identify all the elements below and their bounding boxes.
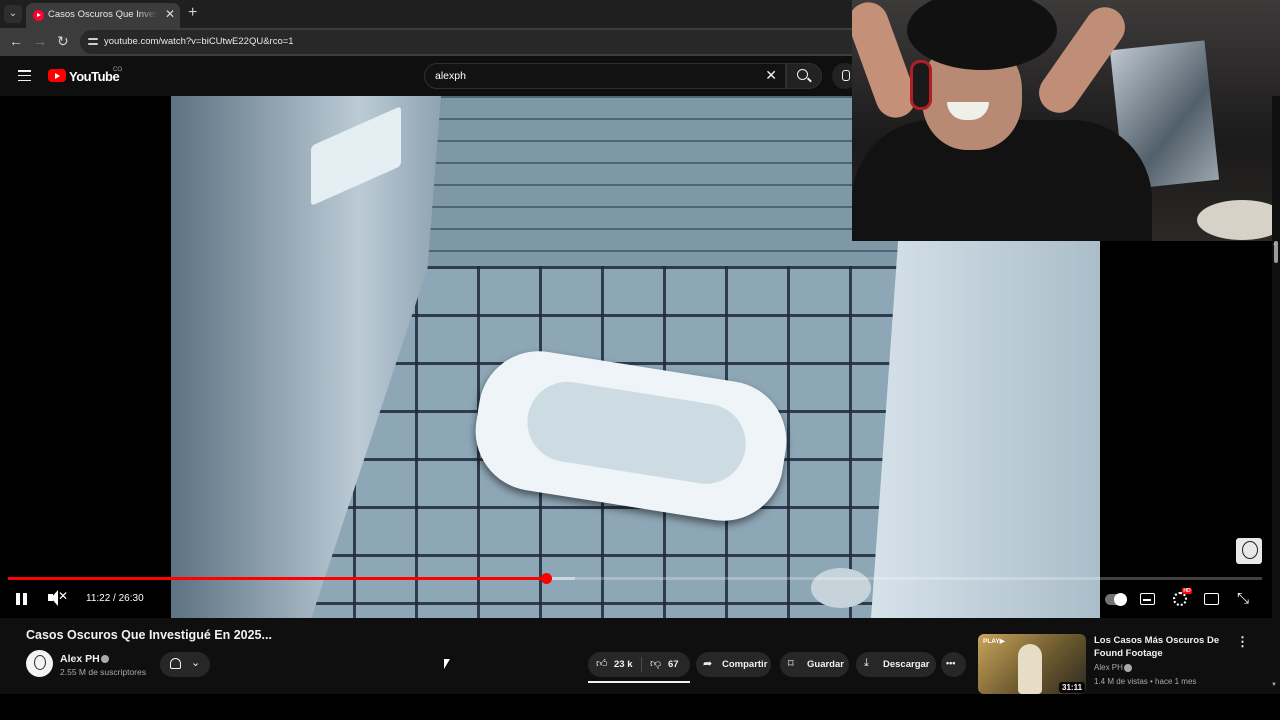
url-text[interactable]: youtube.com/watch?v=biCUtwE22QU&rco=1 [104,36,294,47]
like-icon[interactable]: 👍︎ [596,657,608,670]
subscribed-notifications-button[interactable]: ⌄ [160,652,210,677]
country-code: CO [113,67,122,73]
youtube-logo-icon[interactable] [48,69,66,82]
recommended-video-meta: 1.4 M de vistas • hace 1 mes [1094,677,1197,686]
muted-x-icon: ✕ [58,589,69,603]
back-icon[interactable]: ← [9,33,23,49]
search-button[interactable] [786,63,822,89]
share-icon: ➦ [703,658,713,670]
channel-avatar[interactable] [26,650,53,677]
scroll-down-icon[interactable]: ▼ [1271,682,1277,688]
mouse-cursor-icon [444,659,450,669]
video-stall-door [871,236,1100,618]
youtube-favicon-icon [33,10,44,21]
autoplay-icon[interactable] [1105,593,1127,606]
bookmark-icon: ⌑ [788,658,794,670]
recommended-video-duration: 31:11 [1059,682,1086,693]
save-button[interactable]: ⌑ Guardar [780,652,849,677]
tab-title: Casos Oscuros Que Investigué En 2025 - Y… [48,9,158,20]
youtube-wordmark[interactable]: YouTube [69,69,120,84]
headset-icon [910,60,932,110]
like-dislike-group: 👍︎ 23 k 👎︎ 67 [588,652,690,677]
play-badge: PLAY▶ [983,638,1005,645]
download-icon: ⤓ [864,657,869,669]
more-vert-icon[interactable]: ⋮ [1236,634,1249,650]
bell-icon [170,658,181,669]
progress-scrubber[interactable] [541,573,553,584]
webcam-overlay [852,0,1280,241]
browser-tab[interactable]: Casos Oscuros Que Investigué En 2025 - Y… [26,3,180,28]
progress-bar[interactable] [8,573,1262,584]
hd-badge: HD [1182,588,1192,594]
verified-icon [1124,664,1132,672]
miniplayer-icon[interactable] [1204,593,1219,605]
webcam-person [852,0,1152,241]
download-button[interactable]: ⤓ Descargar [856,652,936,677]
video-drain [811,568,871,608]
pause-icon[interactable] [15,592,29,606]
webcam-smile [947,102,989,120]
video-title: Casos Oscuros Que Investigué En 2025... [26,628,272,642]
channel-watermark-icon[interactable] [1236,538,1262,564]
settings-icon[interactable] [1173,592,1187,606]
scroll-up-icon[interactable]: ▲ [1272,241,1278,247]
bottom-strip [0,694,1280,720]
subscriber-count: 2.55 M de suscriptores [60,667,146,677]
recommended-video-title[interactable]: Los Casos Más Oscuros De Found Footage [1094,634,1224,660]
dislike-icon[interactable]: 👎︎ [650,657,661,670]
save-label: Guardar [807,659,844,670]
channel-name[interactable]: Alex PH [60,653,100,665]
reload-icon[interactable]: ↻ [57,33,69,50]
dislike-count[interactable]: 67 [668,659,679,670]
recommended-video-channel[interactable]: Alex PH [1094,663,1123,672]
new-tab-button[interactable]: + [188,4,197,22]
search-input[interactable]: alexph ✕ [424,63,786,89]
webcam-hair [907,0,1057,70]
page-scrollbar[interactable] [1272,96,1280,696]
more-icon: ••• [946,658,956,668]
tab-list-icon[interactable]: ⌄ [4,5,22,23]
share-button[interactable]: ➦ Compartir [696,652,771,677]
like-underline [588,681,690,683]
tab-close-icon[interactable]: ✕ [165,7,175,21]
site-info-icon[interactable] [88,35,98,47]
like-separator [641,657,642,672]
webcam-plate [1197,200,1280,240]
like-count[interactable]: 23 k [614,659,633,670]
share-label: Compartir [722,659,768,670]
download-label: Descargar [883,659,930,670]
verified-icon [101,655,109,663]
menu-icon[interactable] [18,70,31,82]
forward-icon[interactable]: → [33,33,47,49]
time-display: 11:22 / 26:30 [86,593,144,604]
search-query[interactable]: alexph [435,70,466,82]
progress-played [8,577,547,580]
captions-icon[interactable] [1140,593,1155,605]
chevron-down-icon: ⌄ [191,657,201,669]
search-icon [797,69,808,80]
more-actions-button[interactable]: ••• [941,652,966,677]
fullscreen-icon[interactable]: ⤡ [1237,590,1249,607]
clear-icon[interactable]: ✕ [765,67,777,84]
